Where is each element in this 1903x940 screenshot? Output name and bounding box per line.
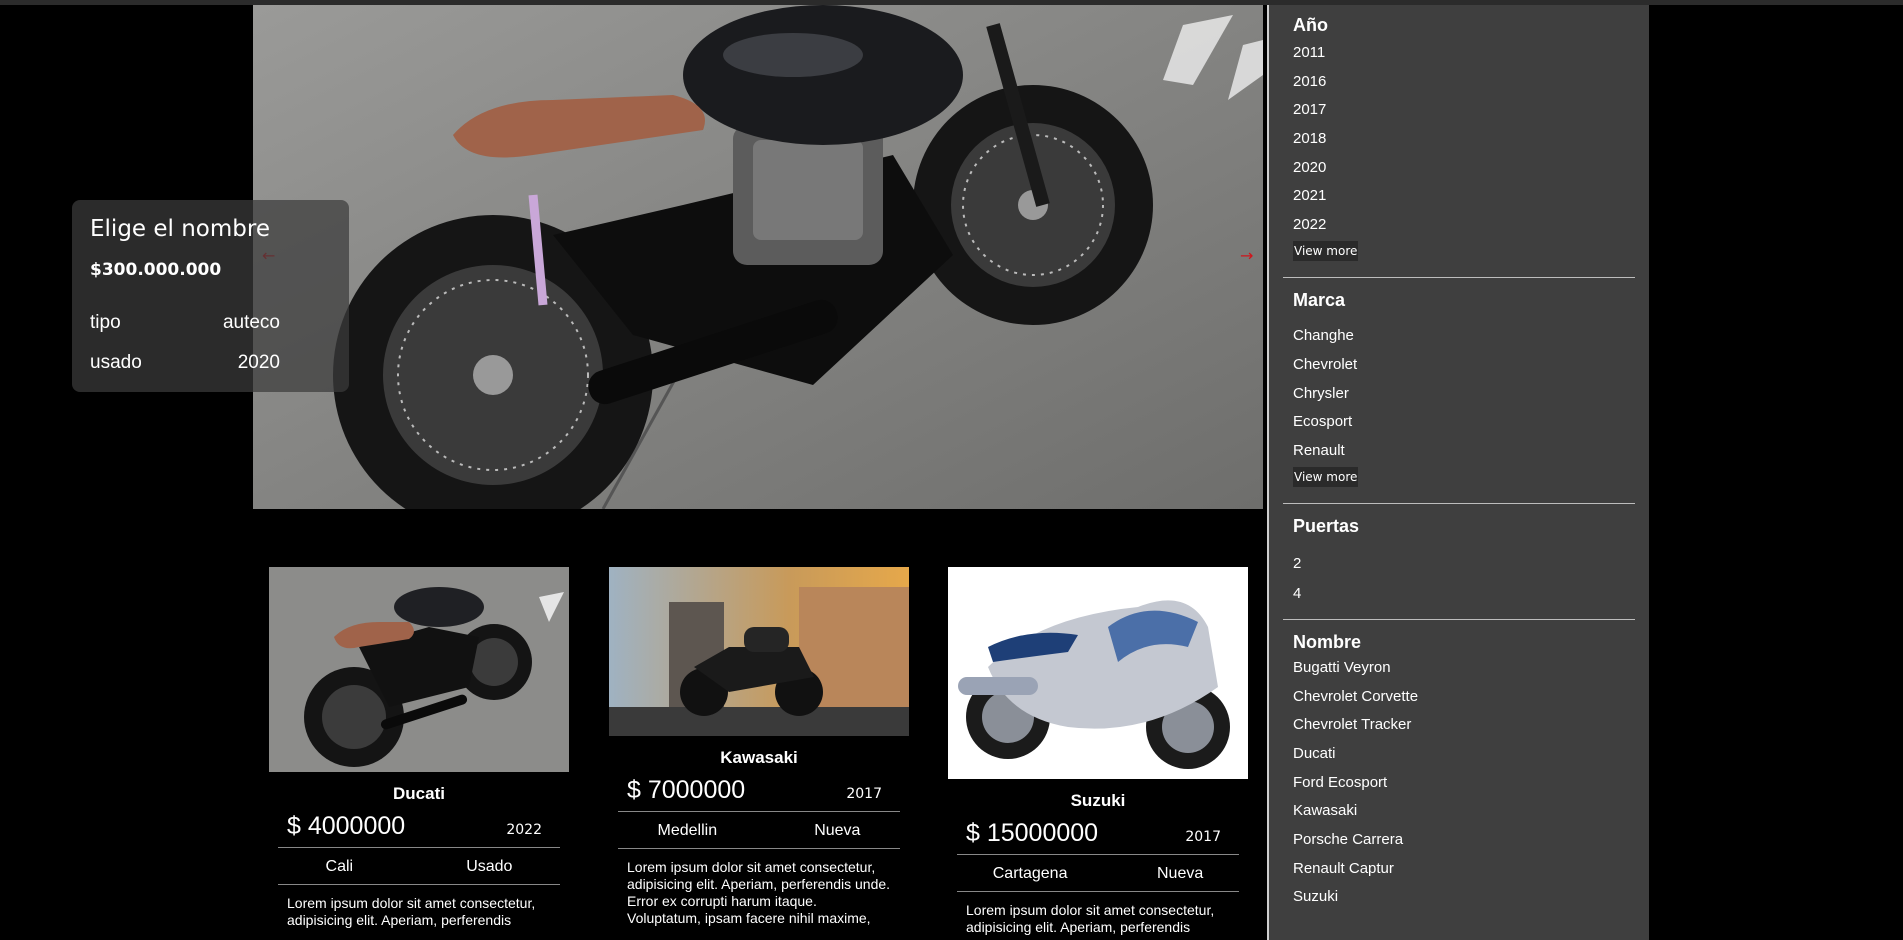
filter-year: Año 2011 2016 2017 2018 2020 2021 2022 V… bbox=[1269, 5, 1649, 262]
product-card-suzuki[interactable]: Suzuki $ 15000000 2017 Cartagena Nueva L… bbox=[948, 567, 1248, 936]
filter-name-option[interactable]: Bugatti Veyron bbox=[1293, 659, 1625, 688]
filter-name-option[interactable]: Kawasaki bbox=[1293, 802, 1625, 831]
filter-doors-option[interactable]: 2 bbox=[1293, 555, 1625, 585]
filter-doors: Puertas 2 4 bbox=[1269, 504, 1649, 609]
product-card-ducati[interactable]: Ducati $ 4000000 2022 Cali Usado Lorem i… bbox=[269, 567, 569, 929]
filter-year-option[interactable]: 2020 bbox=[1293, 159, 1625, 188]
filter-name-option[interactable]: Porsche Carrera bbox=[1293, 831, 1625, 860]
carousel-next-button[interactable]: → bbox=[1240, 246, 1253, 265]
product-year: 2017 bbox=[846, 786, 882, 802]
hero-image bbox=[253, 5, 1263, 509]
filter-name-title: Nombre bbox=[1293, 631, 1362, 652]
filter-year-title: Año bbox=[1293, 15, 1328, 35]
hero-condition-value: usado bbox=[90, 352, 142, 373]
product-location-row: Medellin Nueva bbox=[609, 812, 909, 848]
product-description: Lorem ipsum dolor sit amet consectetur, … bbox=[287, 895, 536, 928]
year-view-more-button[interactable]: View more bbox=[1293, 241, 1359, 262]
arrow-right-icon: → bbox=[1240, 246, 1254, 265]
product-condition: Nueva bbox=[814, 822, 861, 839]
filter-brand-option[interactable]: Chevrolet bbox=[1293, 356, 1625, 385]
product-description: Lorem ipsum dolor sit amet consectetur, … bbox=[966, 902, 1215, 935]
product-image[interactable] bbox=[609, 567, 909, 736]
filter-brand-option[interactable]: Changhe bbox=[1293, 327, 1625, 356]
filter-name-option[interactable]: Chevrolet Tracker bbox=[1293, 716, 1625, 745]
hero-year-value: 2020 bbox=[237, 352, 280, 373]
hero-condition-row: usado 2020 bbox=[90, 352, 280, 374]
filter-doors-list: 2 4 bbox=[1293, 555, 1625, 609]
product-city: Cartagena bbox=[992, 865, 1068, 882]
filter-year-list: 2011 2016 2017 2018 2020 2021 2022 bbox=[1293, 44, 1625, 240]
filter-name-option[interactable]: Ducati bbox=[1293, 745, 1625, 774]
product-name[interactable]: Ducati bbox=[269, 784, 569, 804]
product-meta: $ 7000000 2017 bbox=[609, 776, 909, 805]
product-city: Cali bbox=[325, 858, 354, 875]
filter-year-option[interactable]: 2011 bbox=[1293, 44, 1625, 73]
filter-year-option[interactable]: 2018 bbox=[1293, 130, 1625, 159]
filter-name: Nombre Bugatti Veyron Chevrolet Corvette… bbox=[1269, 620, 1649, 917]
product-location-row: Cartagena Nueva bbox=[948, 855, 1248, 891]
hero-type-label: tipo bbox=[90, 312, 121, 333]
product-year: 2017 bbox=[1185, 829, 1221, 845]
product-meta: $ 4000000 2022 bbox=[269, 812, 569, 841]
filter-brand-option[interactable]: Chrysler bbox=[1293, 385, 1625, 414]
filter-doors-title: Puertas bbox=[1293, 515, 1360, 536]
product-meta: $ 15000000 2017 bbox=[948, 819, 1248, 848]
product-image[interactable] bbox=[269, 567, 569, 772]
product-description: Lorem ipsum dolor sit amet consectetur, … bbox=[627, 859, 891, 926]
filter-year-option[interactable]: 2016 bbox=[1293, 73, 1625, 102]
filter-brand-option[interactable]: Renault bbox=[1293, 442, 1625, 466]
filter-year-option[interactable]: 2021 bbox=[1293, 187, 1625, 216]
filter-brand-title: Marca bbox=[1293, 290, 1346, 311]
product-year: 2022 bbox=[506, 822, 542, 838]
product-price: $ 4000000 bbox=[287, 812, 406, 840]
filter-year-option[interactable]: 2022 bbox=[1293, 216, 1625, 240]
product-price: $ 7000000 bbox=[627, 776, 746, 804]
product-condition: Nueva bbox=[1156, 865, 1204, 882]
product-name[interactable]: Suzuki bbox=[948, 791, 1248, 811]
product-image[interactable] bbox=[948, 567, 1248, 779]
filter-year-option[interactable]: 2017 bbox=[1293, 101, 1625, 130]
hero-type-row: tipo auteco bbox=[90, 312, 280, 334]
filter-brand: Marca Changhe Chevrolet Chrysler Ecospor… bbox=[1269, 278, 1649, 487]
filter-name-option[interactable]: Renault Captur bbox=[1293, 860, 1625, 889]
filter-doors-option[interactable]: 4 bbox=[1293, 585, 1625, 609]
brand-view-more-button[interactable]: View more bbox=[1293, 466, 1359, 487]
hero-title: Elige el nombre bbox=[90, 216, 270, 242]
product-card-kawasaki[interactable]: Kawasaki $ 7000000 2017 Medellin Nueva L… bbox=[609, 567, 909, 927]
product-condition: Usado bbox=[466, 858, 513, 875]
product-city: Medellin bbox=[657, 822, 718, 839]
filter-brand-option[interactable]: Ecosport bbox=[1293, 413, 1625, 442]
filter-name-option[interactable]: Chevrolet Corvette bbox=[1293, 688, 1625, 717]
product-price: $ 15000000 bbox=[966, 819, 1099, 847]
filter-name-option[interactable]: Suzuki bbox=[1293, 888, 1625, 917]
hero-price: $300.000.000 bbox=[90, 260, 222, 280]
product-name[interactable]: Kawasaki bbox=[609, 748, 909, 768]
filter-sidebar: Año 2011 2016 2017 2018 2020 2021 2022 V… bbox=[1269, 5, 1649, 940]
product-location-row: Cali Usado bbox=[269, 848, 569, 884]
filter-brand-list: Changhe Chevrolet Chrysler Ecosport Rena… bbox=[1293, 327, 1625, 466]
filter-name-option[interactable]: Ford Ecosport bbox=[1293, 774, 1625, 803]
hero-brand-value: auteco bbox=[222, 312, 280, 333]
filter-name-list: Bugatti Veyron Chevrolet Corvette Chevro… bbox=[1293, 659, 1625, 917]
